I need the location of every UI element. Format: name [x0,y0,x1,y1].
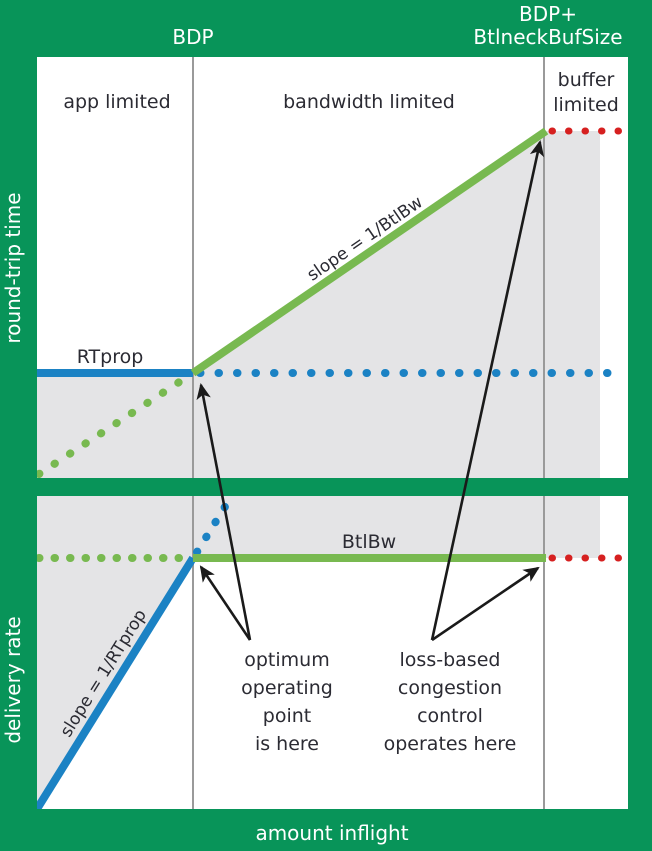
y-axis-label-bottom: delivery rate [1,616,25,743]
annotation-optimum-line1: optimum [244,649,329,671]
bottom-shade-top-band [37,496,600,558]
annotation-lossbased-line4: operates here [384,733,517,755]
annotation-lossbased-line1: loss-based [400,649,501,671]
y-axis-label-top: round-trip time [1,192,25,343]
region-label-app-limited: app limited [63,91,170,113]
btlbw-label: BtlBw [342,531,396,553]
region-label-buffer-limited-line1: buffer [558,69,615,91]
annotation-lossbased-line2: congestion [398,677,502,699]
region-label-buffer-limited-line2: limited [553,94,619,116]
annotation-optimum-line2: operating [241,677,333,699]
bdp-label: BDP [172,25,213,49]
rtprop-label: RTprop [77,346,144,368]
annotation-lossbased-line3: control [417,705,483,727]
figure-root: BDP BDP+ BtlneckBufSize app limited band… [0,0,652,851]
bdp-plus-label-line1: BDP+ [519,2,577,26]
annotation-optimum-line4: is here [255,733,319,755]
annotation-optimum-line3: point [263,705,311,727]
x-axis-label: amount inflight [255,821,408,845]
bbr-diagram: BDP BDP+ BtlneckBufSize app limited band… [1,2,628,845]
bdp-plus-label-line2: BtlneckBufSize [473,25,622,49]
region-label-bandwidth-limited: bandwidth limited [283,91,455,113]
